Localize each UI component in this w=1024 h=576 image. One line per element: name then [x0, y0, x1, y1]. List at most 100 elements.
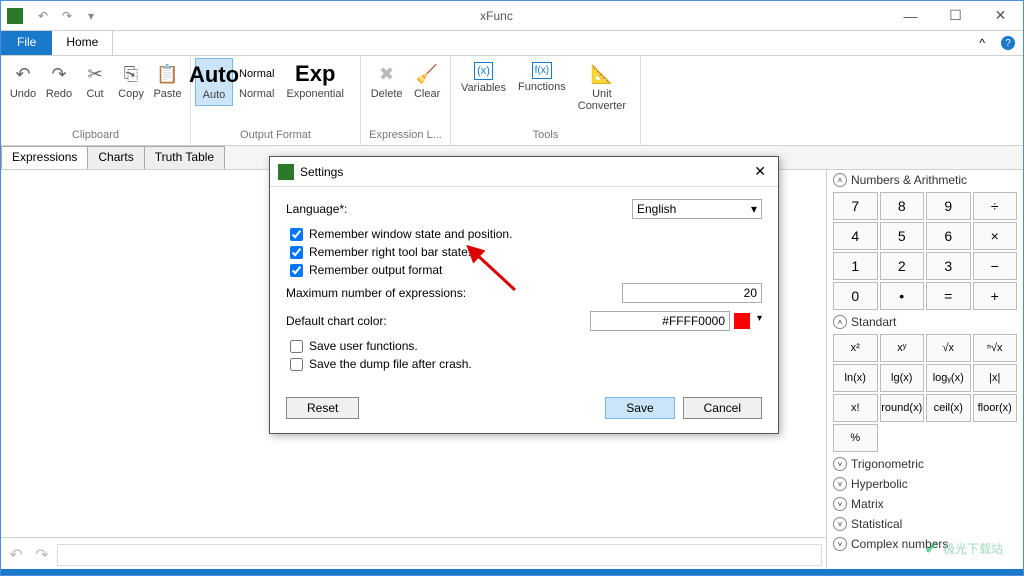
minimize-button[interactable]: — — [888, 2, 933, 30]
remember-window-checkbox[interactable]: Remember window state and position. — [290, 227, 762, 241]
key-button[interactable]: × — [973, 222, 1018, 250]
section-header[interactable]: ˅Trigonometric — [827, 454, 1023, 474]
chevron-down-icon: ˅ — [833, 477, 847, 491]
help-button[interactable]: ? — [993, 31, 1023, 55]
qat-dropdown-icon[interactable]: ▾ — [81, 6, 101, 26]
redo-button[interactable]: ↷Redo — [41, 58, 77, 104]
key-button[interactable]: 1 — [833, 252, 878, 280]
chevron-up-icon: ˄ — [833, 315, 847, 329]
key-button[interactable]: 5 — [880, 222, 925, 250]
file-tab[interactable]: File — [1, 31, 52, 55]
copy-icon: ⎘ — [119, 62, 143, 86]
key-button[interactable]: ln(x) — [833, 364, 878, 392]
reset-button[interactable]: Reset — [286, 397, 359, 419]
functions-icon: f(x) — [532, 62, 552, 79]
undo-icon[interactable]: ↶ — [33, 6, 53, 26]
key-button[interactable]: lg(x) — [880, 364, 925, 392]
key-button[interactable]: 6 — [926, 222, 971, 250]
key-button[interactable]: = — [926, 282, 971, 310]
close-icon[interactable]: ✕ — [750, 163, 770, 180]
undo-button[interactable]: ↶Undo — [5, 58, 41, 104]
redo-icon: ↷ — [47, 62, 71, 86]
save-functions-checkbox[interactable]: Save user functions. — [290, 339, 762, 353]
key-button[interactable]: round(x) — [880, 394, 925, 422]
max-expressions-label: Maximum number of expressions: — [286, 286, 622, 300]
dialog-titlebar[interactable]: Settings ✕ — [270, 157, 778, 187]
delete-icon: ✖ — [375, 62, 399, 86]
save-dump-checkbox[interactable]: Save the dump file after crash. — [290, 357, 762, 371]
language-label: Language*: — [286, 202, 632, 216]
group-label: Expression L... — [365, 129, 446, 143]
key-button[interactable]: + — [973, 282, 1018, 310]
variables-button[interactable]: (x)Variables — [455, 58, 512, 98]
group-label: Tools — [455, 129, 636, 143]
scissors-icon: ✂ — [83, 62, 107, 86]
remember-output-checkbox[interactable]: Remember output format — [290, 263, 762, 277]
cut-button[interactable]: ✂Cut — [77, 58, 113, 104]
dialog-title: Settings — [300, 165, 750, 179]
undo-icon[interactable]: ↶ — [5, 544, 27, 566]
paste-button[interactable]: 📋Paste — [149, 58, 186, 104]
key-button[interactable]: |x| — [973, 364, 1018, 392]
ribbon: ↶Undo ↷Redo ✂Cut ⎘Copy 📋Paste Clipboard … — [1, 56, 1023, 146]
key-button[interactable]: xʸ — [880, 334, 925, 362]
key-button[interactable]: floor(x) — [973, 394, 1018, 422]
copy-button[interactable]: ⎘Copy — [113, 58, 149, 104]
ruler-icon: 📐 — [590, 62, 614, 86]
save-button[interactable]: Save — [605, 397, 674, 419]
delete-button[interactable]: ✖Delete — [365, 58, 408, 104]
section-header[interactable]: ˅Hyperbolic — [827, 474, 1023, 494]
app-icon — [278, 164, 294, 180]
key-button[interactable]: ÷ — [973, 192, 1018, 220]
key-button[interactable]: ceil(x) — [926, 394, 971, 422]
key-button[interactable]: 4 — [833, 222, 878, 250]
normal-format-button[interactable]: NormalNormal — [233, 58, 280, 104]
key-button[interactable]: 7 — [833, 192, 878, 220]
max-expressions-input[interactable] — [622, 283, 762, 303]
functions-button[interactable]: f(x)Functions — [512, 58, 572, 97]
key-button[interactable]: x! — [833, 394, 878, 422]
key-button[interactable]: % — [833, 424, 878, 452]
key-button[interactable]: − — [973, 252, 1018, 280]
exp-format-button[interactable]: ExpExponential — [280, 58, 350, 104]
chevron-down-icon: ˅ — [833, 457, 847, 471]
key-button[interactable]: 0 — [833, 282, 878, 310]
key-button[interactable]: √x — [926, 334, 971, 362]
tab-truth-table[interactable]: Truth Table — [144, 146, 225, 169]
group-label: Clipboard — [5, 129, 186, 143]
close-button[interactable]: ✕ — [978, 2, 1023, 30]
auto-format-button[interactable]: AutoAuto — [195, 58, 233, 106]
key-button[interactable]: x² — [833, 334, 878, 362]
tab-expressions[interactable]: Expressions — [1, 146, 88, 169]
maximize-button[interactable]: ☐ — [933, 2, 978, 30]
key-button[interactable]: ⁿ√x — [973, 334, 1018, 362]
tab-charts[interactable]: Charts — [87, 146, 144, 169]
key-button[interactable]: • — [880, 282, 925, 310]
numbers-grid: 789÷ 456× 123− 0•=+ — [827, 190, 1023, 312]
key-button[interactable]: 8 — [880, 192, 925, 220]
redo-icon[interactable]: ↷ — [31, 544, 53, 566]
key-button[interactable]: 9 — [926, 192, 971, 220]
standart-grid: x²xʸ√xⁿ√x ln(x)lg(x)logᵧ(x)|x| x!round(x)c… — [827, 332, 1023, 454]
expression-input[interactable] — [57, 544, 822, 566]
clear-button[interactable]: 🧹Clear — [408, 58, 446, 104]
section-numbers[interactable]: ˄Numbers & Arithmetic — [827, 170, 1023, 190]
color-swatch[interactable] — [734, 313, 750, 329]
chart-color-input[interactable] — [590, 311, 730, 331]
quick-access-toolbar: ↶ ↷ ▾ — [29, 6, 105, 26]
watermark: ✔极光下载站 — [924, 538, 1003, 559]
key-button[interactable]: logᵧ(x) — [926, 364, 971, 392]
section-standart[interactable]: ˄Standart — [827, 312, 1023, 332]
cancel-button[interactable]: Cancel — [683, 397, 762, 419]
home-tab[interactable]: Home — [52, 31, 113, 55]
ribbon-collapse[interactable]: ^ — [971, 31, 993, 55]
settings-dialog: Settings ✕ Language*: English▾ Remember … — [269, 156, 779, 434]
section-header[interactable]: ˅Matrix — [827, 494, 1023, 514]
section-header[interactable]: ˅Statistical — [827, 514, 1023, 534]
redo-icon[interactable]: ↷ — [57, 6, 77, 26]
remember-toolbar-checkbox[interactable]: Remember right tool bar state. — [290, 245, 762, 259]
unit-converter-button[interactable]: 📐Unit Converter — [572, 58, 632, 116]
language-select[interactable]: English▾ — [632, 199, 762, 219]
key-button[interactable]: 2 — [880, 252, 925, 280]
key-button[interactable]: 3 — [926, 252, 971, 280]
